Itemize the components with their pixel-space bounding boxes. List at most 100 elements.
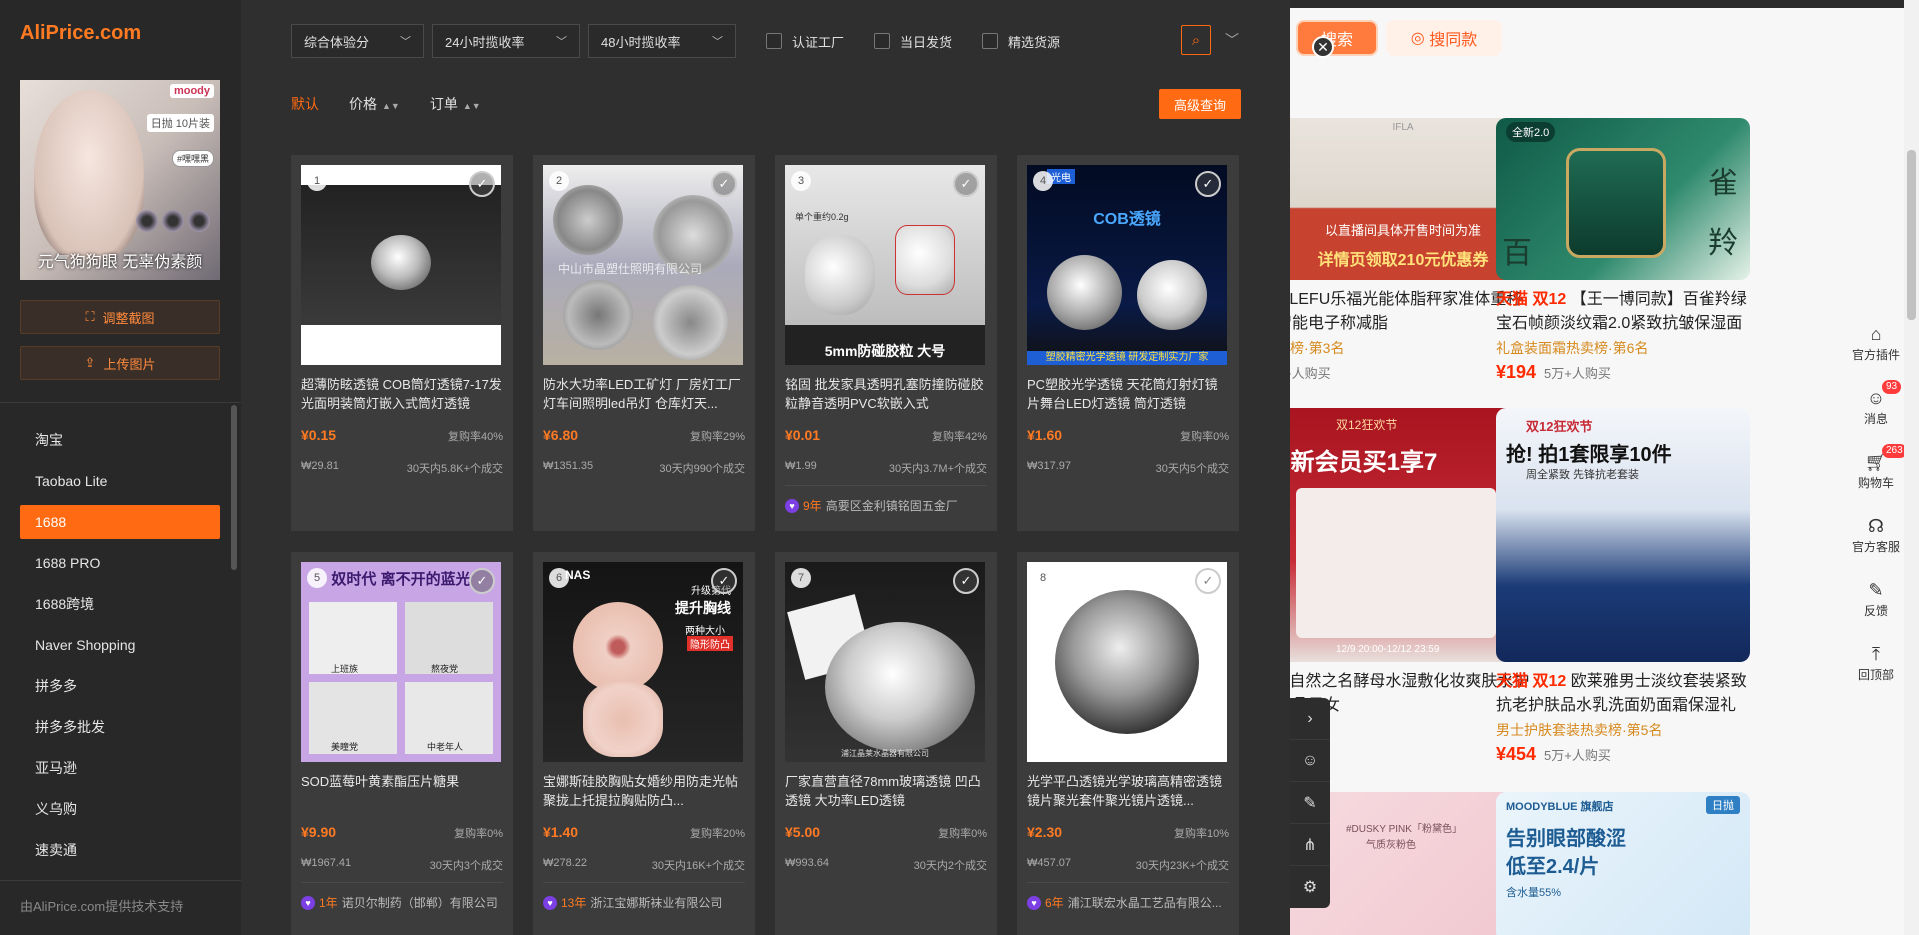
select-check-icon[interactable]: ✓ bbox=[953, 568, 979, 594]
background-product-card[interactable]: MOODYBLUE 旗舰店 日抛 告别眼部酸涩 低至2.4/片 含水量55% bbox=[1496, 792, 1756, 935]
product-card[interactable]: 单个重约0.2g 5mm防碰胶粒 大号 3 ✓ 铭固 批发家具透明孔塞防撞防碰胶… bbox=[775, 155, 997, 531]
product-title[interactable]: SOD蓝莓叶黄素酯压片糖果 bbox=[301, 772, 503, 810]
product-card[interactable]: NAS 升级第代 提升胸线 两种大小 隐形防凸 6 ✓ 宝娜斯硅胶胸贴女婚纱用防… bbox=[533, 552, 755, 935]
product-title[interactable]: 防水大功率LED工矿灯 厂房灯工厂灯车间照明led吊灯 仓库灯天... bbox=[543, 375, 745, 413]
platform-naver-shopping[interactable]: Naver Shopping bbox=[20, 625, 220, 666]
platform-taobao[interactable]: 淘宝 bbox=[20, 420, 220, 461]
product-title[interactable]: 天猫 双12 【王一博同款】百雀羚绿宝石帧颜淡纹霜2.0紧致抗皱保湿面 bbox=[1496, 288, 1756, 336]
select-check-icon[interactable]: ✓ bbox=[711, 568, 737, 594]
search-icon[interactable]: ⌕ bbox=[1181, 25, 1211, 55]
chevron-down-icon[interactable]: ﹀ bbox=[1225, 30, 1239, 50]
sort-default[interactable]: 默认 bbox=[291, 94, 319, 114]
checkbox-box[interactable] bbox=[874, 33, 891, 49]
page-scrollbar[interactable] bbox=[1904, 0, 1919, 935]
product-image: 双12狂欢节 ! 新会员买1享7 12/9 20:00-12/12 23:59 bbox=[1290, 408, 1530, 662]
product-image[interactable]: 8 ✓ bbox=[1027, 562, 1227, 762]
brand-text: MOODYBLUE 旗舰店 bbox=[1506, 801, 1614, 813]
home-icon: ⌂ bbox=[1870, 323, 1882, 344]
product-image[interactable]: 单个重约0.2g 5mm防碰胶粒 大号 3 ✓ bbox=[785, 165, 985, 365]
crop-icon: ⛶ bbox=[85, 309, 95, 324]
select-check-icon[interactable]: ✓ bbox=[1195, 568, 1221, 594]
select-check-icon[interactable]: ✓ bbox=[1195, 171, 1221, 197]
product-card[interactable]: 光电 COB透镜 塑胶精密光学透镜 研发定制实力厂家 4 ✓ PC塑胶光学透镜 … bbox=[1017, 155, 1239, 531]
certified-factory-checkbox[interactable]: 认证工厂 bbox=[766, 32, 844, 51]
select-check-icon[interactable]: ✓ bbox=[711, 171, 737, 197]
checkbox-box[interactable] bbox=[766, 33, 782, 49]
supplier-info[interactable]: ♥ 6年 浦江联宏水晶工艺品有限公... bbox=[1027, 894, 1229, 911]
product-image[interactable]: 光电 COB透镜 塑胶精密光学透镜 研发定制实力厂家 4 ✓ bbox=[1027, 165, 1227, 365]
adjust-screenshot-button[interactable]: ⛶ 调整截图 bbox=[20, 300, 220, 334]
collapse-chevron-icon[interactable]: › bbox=[1290, 698, 1330, 740]
background-product-card[interactable]: 双12狂欢节 抢! 拍1套限享10件 周全紧致 先锋抗老套装 天猫 双12 欧莱… bbox=[1496, 408, 1756, 765]
product-card[interactable]: 中山市晶塑仕照明有限公司 2 ✓ 防水大功率LED工矿灯 厂房灯工厂灯车间照明l… bbox=[533, 155, 755, 531]
platform-1688-pro[interactable]: 1688 PRO bbox=[20, 543, 220, 584]
background-photo-search-button[interactable]: ◎ 搜同款 bbox=[1386, 20, 1502, 56]
product-image[interactable]: 浦江晶莱水晶器有限公司 7 ✓ bbox=[785, 562, 985, 762]
sidebar: AliPrice.com moody 日抛 10片装 #嘿嘿黑 元气狗狗眼 无辜… bbox=[0, 0, 241, 935]
sort-price[interactable]: 价格 ▲▼ bbox=[349, 94, 400, 114]
background-product-card[interactable]: 全新2.0 雀 羚 百 天猫 双12 【王一博同款】百雀羚绿宝石帧颜淡纹霜2.0… bbox=[1496, 118, 1756, 383]
sidebar-scrollbar[interactable] bbox=[231, 405, 237, 570]
result-number: 1 bbox=[307, 171, 327, 191]
platform-pinduoduo-wholesale[interactable]: 拼多多批发 bbox=[20, 707, 220, 748]
pickup-48h-select[interactable]: 48小时揽收率 ﹀ bbox=[588, 24, 736, 58]
select-check-icon[interactable]: ✓ bbox=[953, 171, 979, 197]
select-check-icon[interactable]: ✓ bbox=[469, 568, 495, 594]
rail-back-to-top[interactable]: ⤒ 回顶部 bbox=[1844, 630, 1908, 694]
product-card[interactable]: 1 ✓ 超薄防眩透镜 COB筒灯透镜7-17发光面明装筒灯嵌入式筒灯透镜 ¥0.… bbox=[291, 155, 513, 531]
supplier-info[interactable]: ♥ 1年 诺贝尔制药（邯郸）有限公司 bbox=[301, 894, 503, 911]
platform-list: 淘宝 Taobao Lite 1688 1688 PRO 1688跨境 Nave… bbox=[20, 420, 220, 871]
upload-image-button[interactable]: ⇪ 上传图片 bbox=[20, 346, 220, 380]
settings-gear-icon[interactable]: ⚙ bbox=[1290, 866, 1330, 908]
platform-taobao-lite[interactable]: Taobao Lite bbox=[20, 461, 220, 502]
product-image[interactable]: 1 ✓ bbox=[301, 165, 501, 365]
supplier-years: 1年 bbox=[319, 896, 338, 910]
scrollbar-thumb[interactable] bbox=[1907, 150, 1916, 320]
experience-score-select[interactable]: 综合体验分 ﹀ bbox=[291, 24, 424, 58]
rail-messages[interactable]: ☺ 93 消息 bbox=[1844, 374, 1908, 438]
product-card[interactable]: 浦江晶莱水晶器有限公司 7 ✓ 厂家直营直径78mm玻璃透镜 凹凸透镜 大功率L… bbox=[775, 552, 997, 935]
product-title[interactable]: 超薄防眩透镜 COB筒灯透镜7-17发光面明装筒灯嵌入式筒灯透镜 bbox=[301, 375, 503, 413]
platform-pinduoduo[interactable]: 拼多多 bbox=[20, 666, 220, 707]
product-title[interactable]: 铭固 批发家具透明孔塞防撞防碰胶粒静音透明PVC软嵌入式 bbox=[785, 375, 987, 413]
platform-aliexpress[interactable]: 速卖通 bbox=[20, 830, 220, 871]
product-title[interactable]: 天猫 双12 欧莱雅男士淡纹套装紧致抗老护肤品水乳洗面奶面霜保湿礼 bbox=[1496, 670, 1756, 718]
product-title[interactable]: 厂家直营直径78mm玻璃透镜 凹凸透镜 大功率LED透镜 bbox=[785, 772, 987, 810]
platform-1688[interactable]: 1688 bbox=[20, 505, 220, 539]
close-icon[interactable]: ✕ bbox=[1312, 36, 1334, 58]
platform-1688-cross-border[interactable]: 1688跨境 bbox=[20, 584, 220, 625]
background-search-button[interactable]: 搜索 bbox=[1296, 20, 1378, 56]
share-icon[interactable]: ⋔ bbox=[1290, 824, 1330, 866]
supplier-info[interactable]: ♥ 13年 浙江宝娜斯袜业有限公司 bbox=[543, 894, 745, 911]
product-image[interactable]: NAS 升级第代 提升胸线 两种大小 隐形防凸 6 ✓ bbox=[543, 562, 743, 762]
product-title[interactable]: 光学平凸透镜光学玻璃高精密透镜镜片聚光套件聚光镜片透镜... bbox=[1027, 772, 1229, 810]
select-check-icon[interactable]: ✓ bbox=[469, 171, 495, 197]
product-image[interactable]: 奴时代 离不开的蓝光 上班族 熬夜党 美瞳党 中老年人 5 ✓ bbox=[301, 562, 501, 762]
chat-icon[interactable]: ☺ bbox=[1290, 740, 1330, 782]
supplier-info[interactable]: ♥ 9年 高要区金利镇铭固五金厂 bbox=[785, 497, 987, 514]
product-card[interactable]: 8 ✓ 光学平凸透镜光学玻璃高精密透镜镜片聚光套件聚光镜片透镜... ¥2.30… bbox=[1017, 552, 1239, 935]
cart-badge: 263 bbox=[1882, 444, 1907, 458]
checkbox-box[interactable] bbox=[982, 33, 999, 49]
adjust-label: 调整截图 bbox=[102, 310, 155, 326]
selected-source-checkbox[interactable]: 精选货源 bbox=[982, 32, 1060, 51]
pickup-24h-select[interactable]: 24小时揽收率 ﹀ bbox=[432, 24, 580, 58]
rail-customer-service[interactable]: ☊ 官方客服 bbox=[1844, 502, 1908, 566]
rail-feedback[interactable]: ✎ 反馈 bbox=[1844, 566, 1908, 630]
rail-official-plugin[interactable]: ⌂ 官方插件 bbox=[1844, 310, 1908, 374]
banner-text: 告别眼部酸涩 bbox=[1506, 828, 1626, 850]
product-title[interactable]: PC塑胶光学透镜 天花筒灯射灯镜片舞台LED灯透镜 筒灯透镜 bbox=[1027, 375, 1229, 413]
aliprice-logo[interactable]: AliPrice.com bbox=[20, 22, 141, 45]
product-card[interactable]: 奴时代 离不开的蓝光 上班族 熬夜党 美瞳党 中老年人 5 ✓ SOD蓝莓叶黄素… bbox=[291, 552, 513, 935]
product-image[interactable]: 中山市晶塑仕照明有限公司 2 ✓ bbox=[543, 165, 743, 365]
same-day-shipping-checkbox[interactable]: 当日发货 bbox=[874, 32, 952, 51]
sort-arrows-icon: ▲▼ bbox=[382, 101, 400, 111]
sort-orders[interactable]: 订单 ▲▼ bbox=[430, 94, 481, 114]
advanced-search-button[interactable]: 高级查询 bbox=[1159, 89, 1241, 119]
platform-amazon[interactable]: 亚马逊 bbox=[20, 748, 220, 789]
platform-yiwugo[interactable]: 义乌购 bbox=[20, 789, 220, 830]
rail-cart[interactable]: 🛒︎ 263 购物车 bbox=[1844, 438, 1908, 502]
product-title[interactable]: 宝娜斯硅胶胸贴女婚纱用防走光帖聚拢上托提拉胸贴防凸... bbox=[543, 772, 745, 810]
preview-badge: 日抛 10片装 bbox=[146, 114, 214, 132]
edit-icon[interactable]: ✎ bbox=[1290, 782, 1330, 824]
